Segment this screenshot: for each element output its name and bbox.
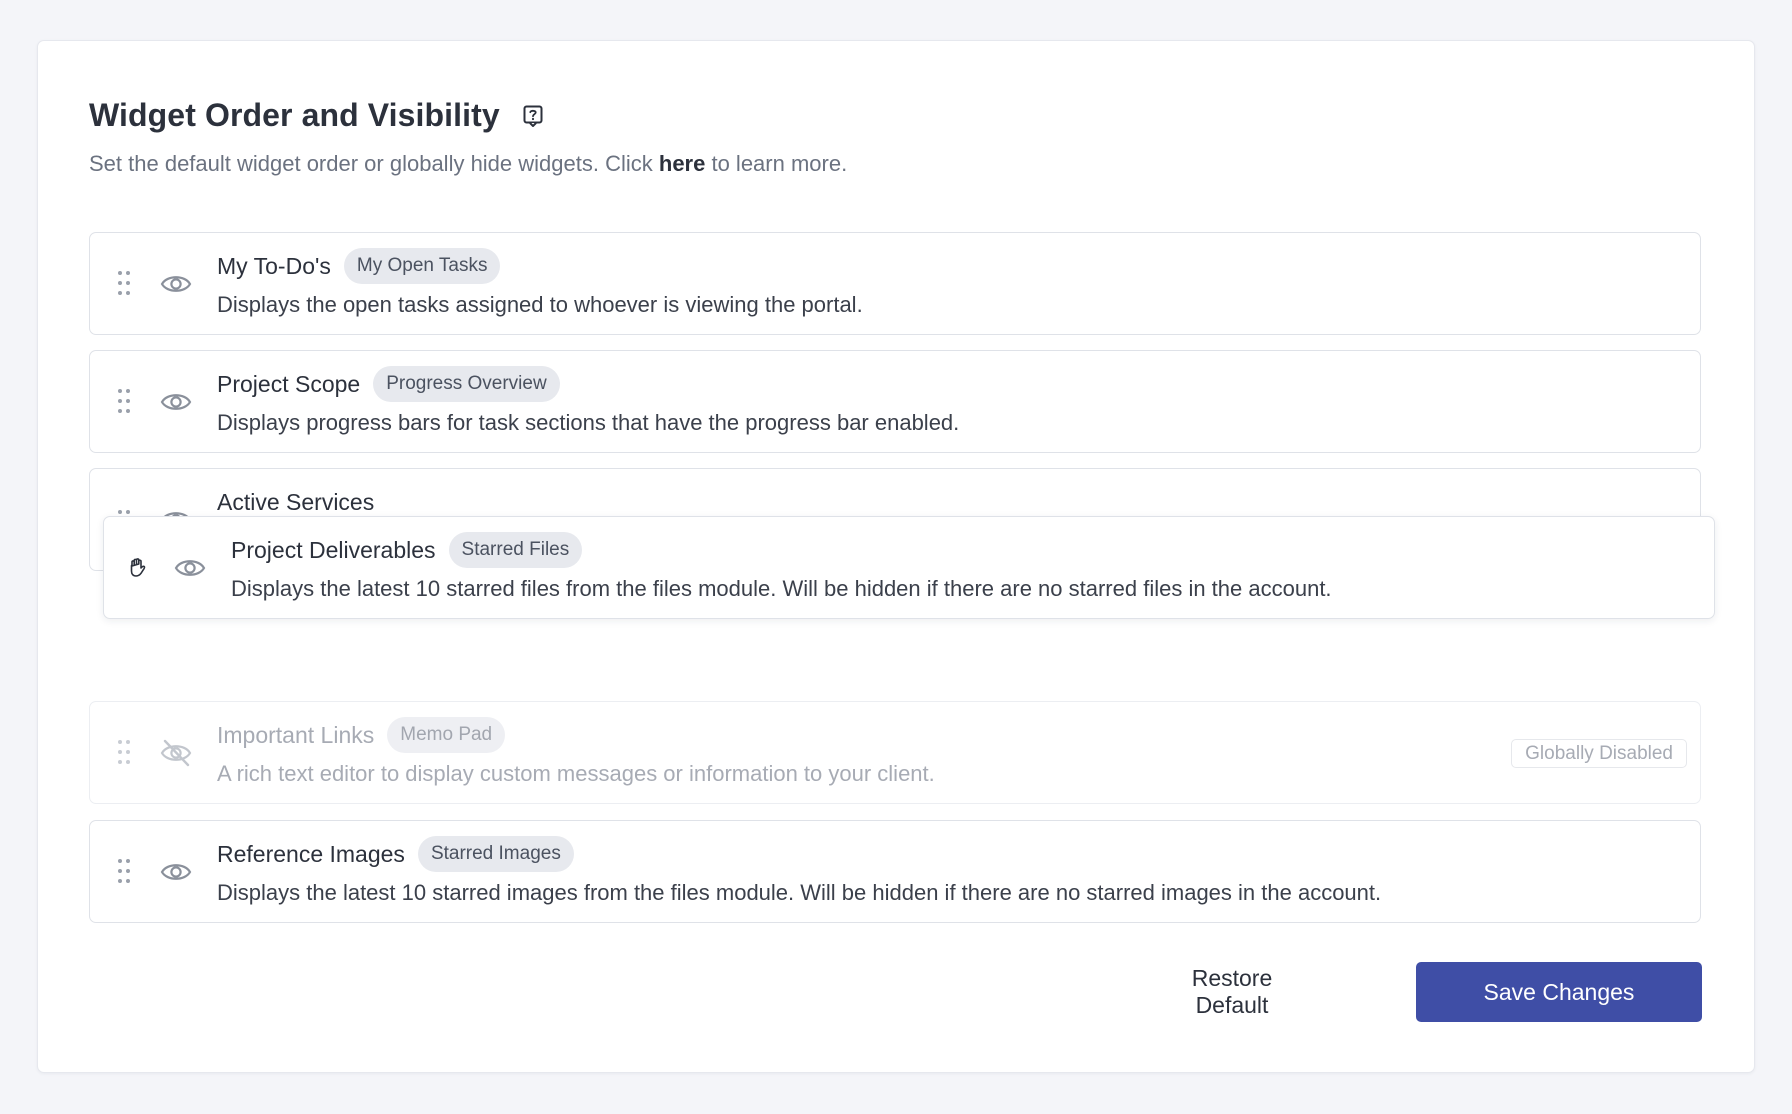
widget-row-important-links[interactable]: Important Links Memo Pad A rich text edi… [89,701,1701,804]
widget-description: A rich text editor to display custom mes… [217,761,935,786]
widget-name: Important Links [217,721,375,748]
title-row: Widget Order and Visibility [89,97,544,134]
learn-more-link[interactable]: here [659,151,705,176]
widget-name-line: Important Links Memo Pad [217,716,506,754]
drag-handle-icon[interactable] [117,739,131,765]
eye-icon[interactable] [174,553,206,583]
widget-tag: Progress Overview [373,366,560,402]
widget-name-line: My To-Do's My Open Tasks [217,247,501,285]
drag-handle-icon[interactable] [117,858,131,884]
widget-tag: Starred Images [417,836,574,872]
widget-name-line: Project Deliverables Starred Files [231,531,583,569]
drag-handle-icon[interactable] [117,270,131,296]
widget-name: Project Deliverables [231,536,436,563]
subtitle-suffix: to learn more. [705,151,848,176]
eye-icon[interactable] [160,387,192,417]
widget-description: Displays the open tasks assigned to whoe… [217,292,863,317]
eye-off-icon[interactable] [160,738,192,768]
widget-name: My To-Do's [217,252,331,279]
widget-tag: Starred Files [448,532,583,568]
eye-icon[interactable] [160,269,192,299]
widget-tag: Memo Pad [387,717,506,753]
widget-name: Active Services [217,488,375,515]
widget-row-reference-images[interactable]: Reference Images Starred Images Displays… [89,820,1701,923]
restore-default-button[interactable]: Restore Default [1154,962,1310,1022]
help-question-icon[interactable] [522,104,544,128]
drag-handle-icon[interactable] [117,388,131,414]
widget-row-my-todos[interactable]: My To-Do's My Open Tasks Displays the op… [89,232,1701,335]
eye-icon[interactable] [160,857,192,887]
widget-row-project-deliverables[interactable]: Project Deliverables Starred Files Displ… [103,516,1715,619]
widget-description: Displays the latest 10 starred files fro… [231,576,1332,601]
widget-name-line: Project Scope Progress Overview [217,365,560,403]
widget-row-project-scope[interactable]: Project Scope Progress Overview Displays… [89,350,1701,453]
widget-description: Displays progress bars for task sections… [217,410,960,435]
page-title: Widget Order and Visibility [89,97,500,133]
widget-tag: My Open Tasks [343,248,501,284]
subtitle-prefix: Set the default widget order or globally… [89,151,659,176]
page-subtitle: Set the default widget order or globally… [89,151,847,177]
save-changes-button[interactable]: Save Changes [1416,962,1702,1022]
widget-name-line: Reference Images Starred Images [217,835,574,873]
widget-description: Displays the latest 10 starred images fr… [217,880,1382,905]
widget-settings-card: Widget Order and Visibility Set the defa… [37,40,1755,1073]
widget-name: Reference Images [217,840,405,867]
globally-disabled-badge: Globally Disabled [1511,739,1687,768]
widget-name: Project Scope [217,370,361,397]
grab-hand-icon[interactable] [125,553,153,581]
